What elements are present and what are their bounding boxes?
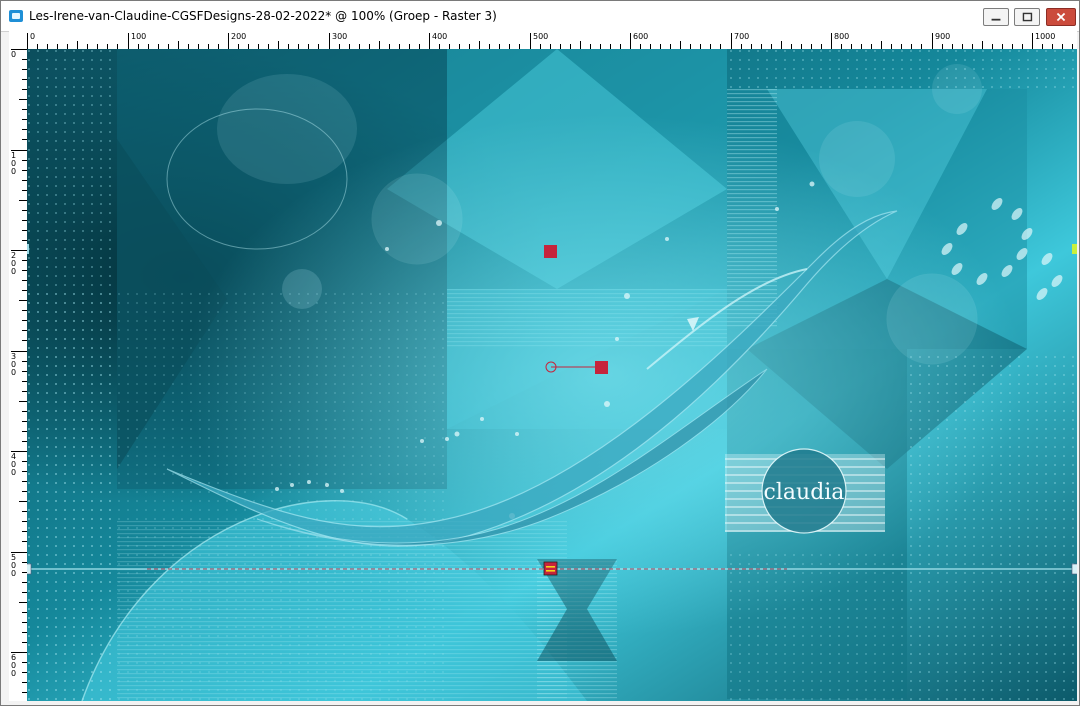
horizontal-ruler-ticks (27, 33, 1073, 49)
ruler-label: 200 (11, 251, 17, 276)
ruler-label: 800 (834, 32, 850, 41)
guide-handle-left[interactable] (27, 563, 32, 575)
ruler-label: 500 (533, 32, 549, 41)
guide-handle-right[interactable] (1071, 563, 1077, 575)
ruler-label: 1000 (1035, 32, 1056, 41)
ruler-label: 300 (332, 32, 348, 41)
ruler-label: 400 (432, 32, 448, 41)
window-title: Les-Irene-van-Claudine-CGSFDesigns-28-02… (29, 9, 497, 23)
ruler-label: 100 (131, 32, 147, 41)
minimize-button[interactable] (983, 8, 1009, 26)
watermark-text: claudia (764, 480, 845, 505)
image-canvas[interactable]: claudia (27, 49, 1077, 701)
pick-tool-bottom-handle[interactable] (543, 561, 558, 576)
ruler-label: 200 (231, 32, 247, 41)
ruler-label: 100 (11, 151, 17, 176)
ruler-label: 900 (935, 32, 951, 41)
ruler-label: 400 (11, 452, 17, 477)
pick-tool-top-handle[interactable] (544, 245, 557, 258)
ruler-label: 0 (11, 50, 17, 59)
ruler-label: 500 (11, 553, 17, 578)
vertical-ruler[interactable]: 0 100 200 300 400 500 600 (9, 49, 28, 703)
ruler-corner (9, 31, 27, 49)
close-icon (1056, 12, 1066, 22)
image-window: Les-Irene-van-Claudine-CGSFDesigns-28-02… (0, 0, 1080, 706)
title-bar[interactable]: Les-Irene-van-Claudine-CGSFDesigns-28-02… (1, 1, 1079, 32)
ruler-label: 600 (11, 653, 17, 678)
restore-icon (1022, 12, 1033, 22)
document-icon (9, 10, 23, 22)
ruler-label: 300 (11, 352, 17, 377)
horizontal-ruler[interactable]: 0 100 200 300 400 500 600 700 800 900 1000 (27, 31, 1077, 50)
restore-button[interactable] (1014, 8, 1040, 26)
rotation-handle[interactable] (595, 361, 608, 374)
artwork: claudia (27, 49, 1077, 701)
close-button[interactable] (1046, 8, 1076, 26)
minimize-icon (991, 18, 1001, 21)
ruler-label: 600 (633, 32, 649, 41)
guide-handle-left-upper[interactable] (27, 244, 29, 254)
ruler-label: 700 (734, 32, 750, 41)
watermark-logo: claudia (725, 448, 885, 534)
ruler-label: 0 (30, 32, 36, 41)
guide-handle-yellow[interactable] (1072, 244, 1077, 254)
